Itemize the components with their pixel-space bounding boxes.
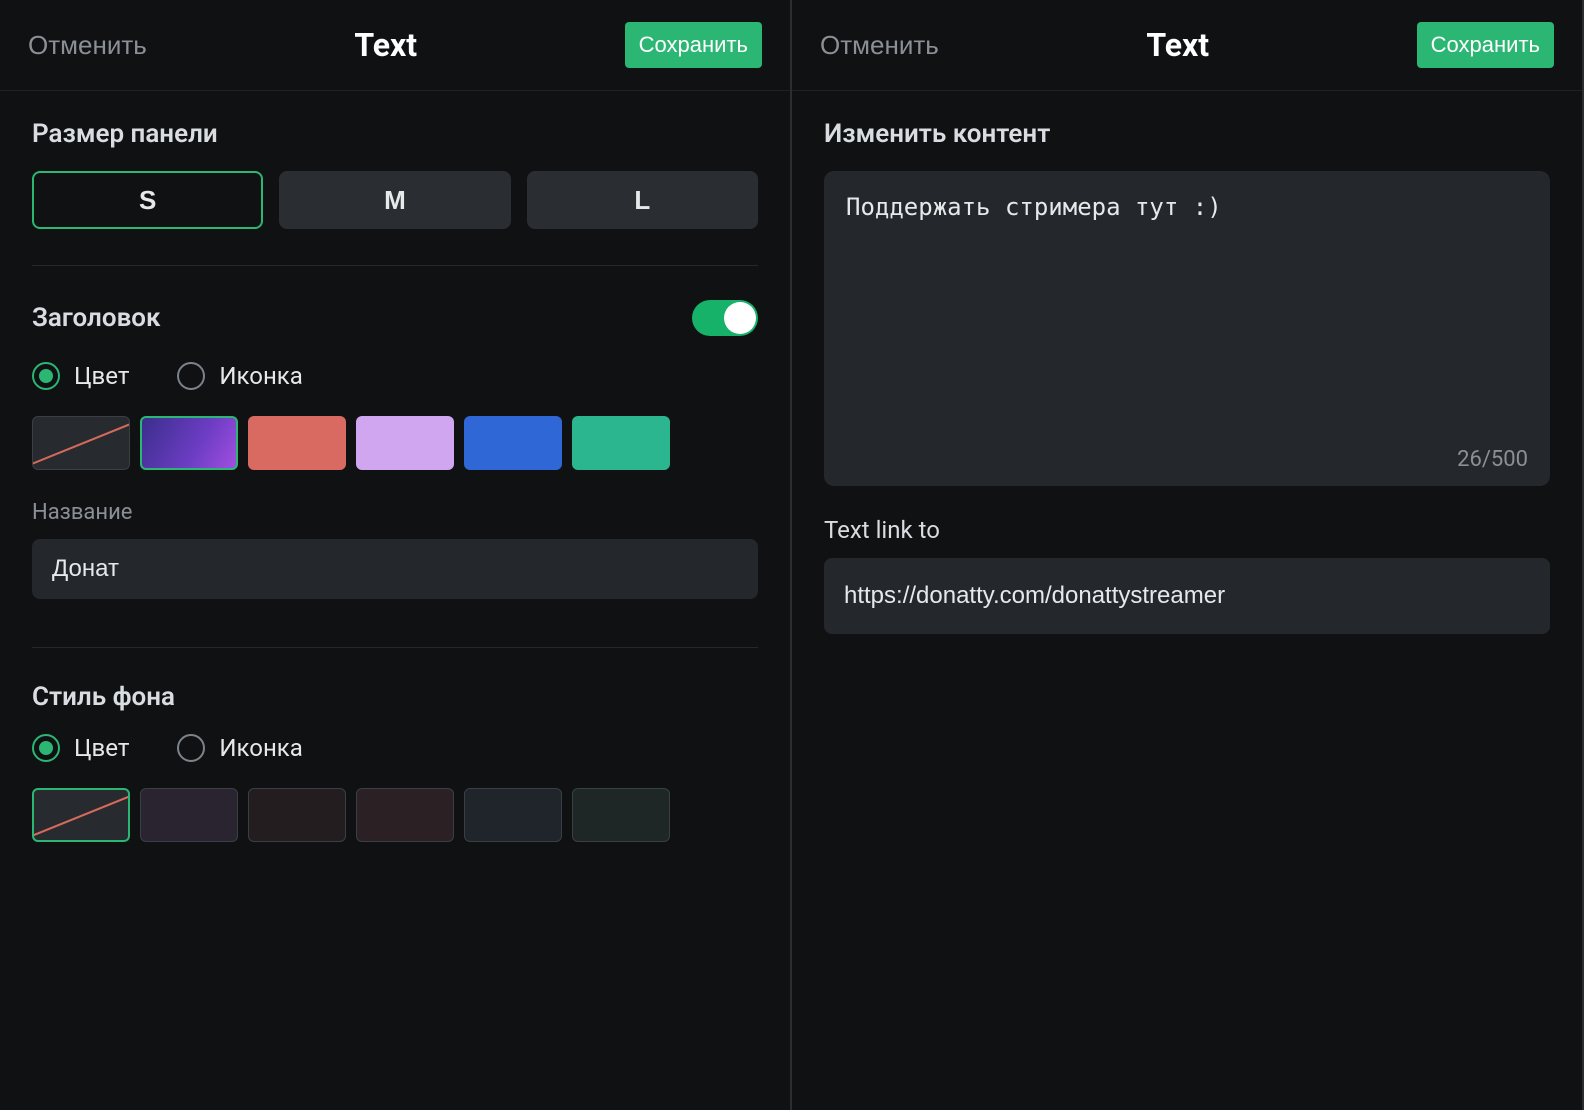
bg-swatch-row bbox=[32, 788, 758, 842]
name-label: Название bbox=[32, 500, 758, 525]
topbar-left: Отменить Text Сохранить bbox=[0, 0, 790, 91]
right-pane: Отменить Text Сохранить Изменить контент… bbox=[792, 0, 1584, 1110]
left-content: Размер панели S M L Заголовок Цвет Иконк… bbox=[0, 91, 790, 1110]
content-label: Изменить контент bbox=[824, 119, 1550, 149]
content-textarea-wrap: 26/500 bbox=[824, 171, 1550, 486]
swatch-bg-3[interactable] bbox=[356, 788, 454, 842]
right-content: Изменить контент 26/500 Text link to bbox=[792, 91, 1582, 1110]
header-row: Заголовок bbox=[32, 300, 758, 336]
panel-size-row: S M L bbox=[32, 171, 758, 229]
radio-icon-label: Иконка bbox=[219, 362, 302, 390]
swatch-bg-2[interactable] bbox=[248, 788, 346, 842]
swatch-purple[interactable] bbox=[140, 416, 238, 470]
swatch-none[interactable] bbox=[32, 416, 130, 470]
size-option-m[interactable]: M bbox=[279, 171, 510, 229]
panel-size-label: Размер панели bbox=[32, 119, 758, 149]
divider bbox=[32, 647, 758, 648]
radio-color-label: Цвет bbox=[74, 362, 129, 390]
link-input[interactable] bbox=[824, 558, 1550, 634]
header-label: Заголовок bbox=[32, 303, 161, 333]
swatch-bg-4[interactable] bbox=[464, 788, 562, 842]
topbar-right: Отменить Text Сохранить bbox=[792, 0, 1582, 91]
radio-bg-icon-label: Иконка bbox=[219, 734, 302, 762]
bg-style-label: Стиль фона bbox=[32, 682, 758, 712]
save-button[interactable]: Сохранить bbox=[1417, 22, 1554, 68]
swatch-blue[interactable] bbox=[464, 416, 562, 470]
divider bbox=[32, 265, 758, 266]
link-label: Text link to bbox=[824, 516, 1550, 544]
page-title: Text bbox=[1146, 26, 1209, 64]
name-input[interactable] bbox=[32, 539, 758, 599]
swatch-red[interactable] bbox=[248, 416, 346, 470]
swatch-lavender[interactable] bbox=[356, 416, 454, 470]
radio-bg-color[interactable]: Цвет bbox=[32, 734, 129, 762]
cancel-button[interactable]: Отменить bbox=[820, 30, 939, 61]
content-textarea[interactable] bbox=[846, 193, 1528, 433]
swatch-green[interactable] bbox=[572, 416, 670, 470]
cancel-button[interactable]: Отменить bbox=[28, 30, 147, 61]
radio-color[interactable]: Цвет bbox=[32, 362, 129, 390]
header-swatch-row bbox=[32, 416, 758, 470]
radio-circle-icon bbox=[177, 734, 205, 762]
header-radio-row: Цвет Иконка bbox=[32, 362, 758, 390]
radio-circle-icon bbox=[32, 362, 60, 390]
radio-bg-color-label: Цвет bbox=[74, 734, 129, 762]
size-option-s[interactable]: S bbox=[32, 171, 263, 229]
size-option-l[interactable]: L bbox=[527, 171, 758, 229]
radio-bg-icon[interactable]: Иконка bbox=[177, 734, 302, 762]
swatch-bg-1[interactable] bbox=[140, 788, 238, 842]
radio-icon[interactable]: Иконка bbox=[177, 362, 302, 390]
radio-circle-icon bbox=[32, 734, 60, 762]
char-counter: 26/500 bbox=[846, 447, 1528, 472]
save-button[interactable]: Сохранить bbox=[625, 22, 762, 68]
left-pane: Отменить Text Сохранить Размер панели S … bbox=[0, 0, 792, 1110]
radio-circle-icon bbox=[177, 362, 205, 390]
toggle-knob bbox=[724, 302, 756, 334]
page-title: Text bbox=[354, 26, 417, 64]
swatch-bg-5[interactable] bbox=[572, 788, 670, 842]
swatch-bg-none[interactable] bbox=[32, 788, 130, 842]
header-toggle[interactable] bbox=[692, 300, 758, 336]
bg-radio-row: Цвет Иконка bbox=[32, 734, 758, 762]
